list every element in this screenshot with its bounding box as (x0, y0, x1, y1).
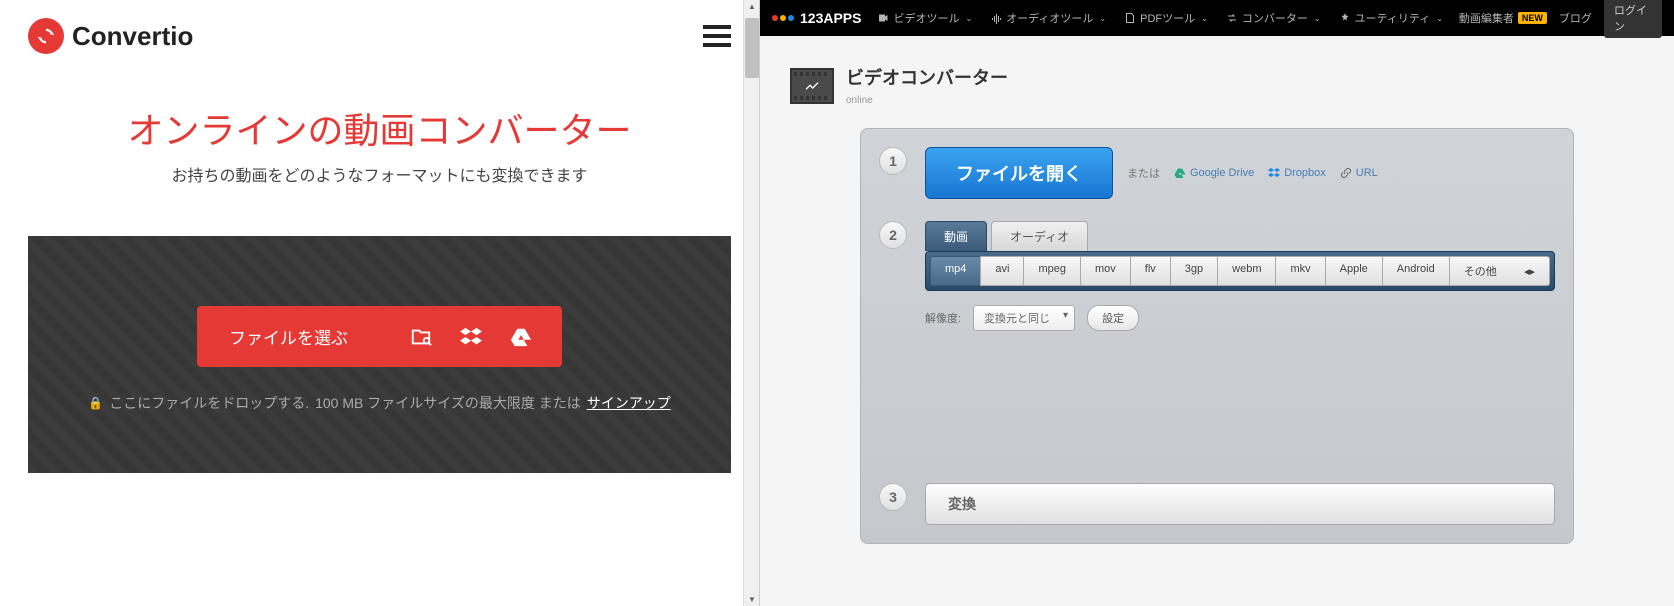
dropbox-icon[interactable] (460, 326, 482, 348)
convertio-brand-text: Convertio (72, 21, 193, 52)
format-webm[interactable]: webm (1217, 256, 1275, 286)
choose-file-button[interactable]: ファイルを選ぶ (197, 306, 562, 367)
format-other[interactable]: その他◂▸ (1449, 256, 1550, 286)
hero: オンラインの動画コンバーター お持ちの動画をどのようなフォーマットにも変換できま… (0, 72, 759, 236)
format-avi[interactable]: avi (980, 256, 1023, 286)
convert-button[interactable]: 変換 (925, 483, 1555, 525)
123apps-logo[interactable]: 123APPS (772, 10, 861, 26)
convertio-logo-icon (28, 18, 64, 54)
drop-hint: 🔒 ここにファイルをドロップする. 100 MB ファイルサイズの最大限度 また… (58, 393, 701, 413)
nav-pdf-tools[interactable]: PDFツール⌄ (1124, 10, 1208, 26)
drop-zone[interactable]: ファイルを選ぶ 🔒 ここにファイルをドロップする. 100 MB ファイルサイズ… (28, 236, 731, 473)
dropbox-link[interactable]: Dropbox (1268, 167, 1326, 179)
signup-link[interactable]: サインアップ (587, 393, 671, 413)
format-3gp[interactable]: 3gp (1170, 256, 1217, 286)
google-drive-link[interactable]: Google Drive (1174, 167, 1254, 179)
step-1: 1 ファイルを開く または Google Drive Dropbox URL (879, 147, 1555, 199)
nav-video-tools[interactable]: ビデオツール⌄ (877, 10, 972, 26)
step-number-2: 2 (879, 221, 907, 249)
step-3: 3 変換 (879, 483, 1555, 525)
format-mp4[interactable]: mp4 (930, 256, 980, 286)
settings-button[interactable]: 設定 (1087, 305, 1139, 331)
tab-audio[interactable]: オーディオ (991, 221, 1088, 251)
google-drive-icon[interactable] (510, 326, 532, 348)
menu-icon[interactable] (703, 25, 731, 47)
resolution-label: 解像度: (925, 310, 961, 326)
nav-blog[interactable]: ブログ (1559, 10, 1592, 26)
scrollbar[interactable]: ▲ ▼ (743, 0, 759, 606)
choose-file-label: ファイルを選ぶ (197, 306, 380, 367)
page-title: オンラインの動画コンバーター (20, 102, 739, 154)
format-bar: mp4 avi mpeg mov flv 3gp webm mkv Apple … (925, 251, 1555, 291)
lock-icon: 🔒 (88, 396, 103, 410)
nav-video-editor[interactable]: 動画編集者NEW (1459, 10, 1547, 26)
resolution-select[interactable]: 変換元と同じ (973, 305, 1075, 331)
brand-text: 123APPS (800, 10, 861, 26)
folder-search-icon[interactable] (410, 326, 432, 348)
convertio-header: Convertio (0, 0, 759, 72)
step-2: 2 動画 オーディオ mp4 avi mpeg mov flv 3gp webm… (879, 221, 1555, 461)
main-card: 1 ファイルを開く または Google Drive Dropbox URL 2… (860, 128, 1574, 544)
top-nav: 123APPS ビデオツール⌄ オーディオツール⌄ PDFツール⌄ コンバーター… (760, 0, 1674, 36)
drop-text-1: ここにファイルをドロップする. (109, 393, 309, 413)
nav-converter[interactable]: コンバーター⌄ (1226, 10, 1321, 26)
url-link[interactable]: URL (1340, 167, 1378, 179)
nav-audio-tools[interactable]: オーディオツール⌄ (990, 10, 1106, 26)
format-mkv[interactable]: mkv (1275, 256, 1324, 286)
123apps-panel: 123APPS ビデオツール⌄ オーディオツール⌄ PDFツール⌄ コンバーター… (760, 0, 1674, 606)
page-header: ビデオコンバーター online (760, 36, 1674, 128)
convertio-logo[interactable]: Convertio (28, 18, 193, 54)
convertio-panel: Convertio オンラインの動画コンバーター お持ちの動画をどのようなフォー… (0, 0, 760, 606)
film-icon (790, 68, 834, 104)
app-title: ビデオコンバーター (846, 64, 1008, 90)
format-apple[interactable]: Apple (1325, 256, 1382, 286)
nav-utility[interactable]: ユーティリティ⌄ (1339, 10, 1443, 26)
tab-video[interactable]: 動画 (925, 221, 987, 251)
scrollbar-thumb[interactable] (745, 18, 759, 78)
open-file-button[interactable]: ファイルを開く (925, 147, 1113, 199)
format-android[interactable]: Android (1382, 256, 1449, 286)
logo-dots-icon (772, 15, 794, 21)
step-number-1: 1 (879, 147, 907, 175)
app-subtitle: online (846, 95, 873, 106)
login-button[interactable]: ログイン (1604, 0, 1662, 38)
step-number-3: 3 (879, 483, 907, 511)
drop-text-2: 100 MB ファイルサイズの最大限度 または (315, 393, 581, 413)
or-label: または (1127, 165, 1160, 181)
format-flv[interactable]: flv (1130, 256, 1170, 286)
format-mpeg[interactable]: mpeg (1023, 256, 1080, 286)
new-badge: NEW (1518, 12, 1547, 24)
page-subtitle: お持ちの動画をどのようなフォーマットにも変換できます (20, 162, 739, 186)
format-mov[interactable]: mov (1080, 256, 1130, 286)
